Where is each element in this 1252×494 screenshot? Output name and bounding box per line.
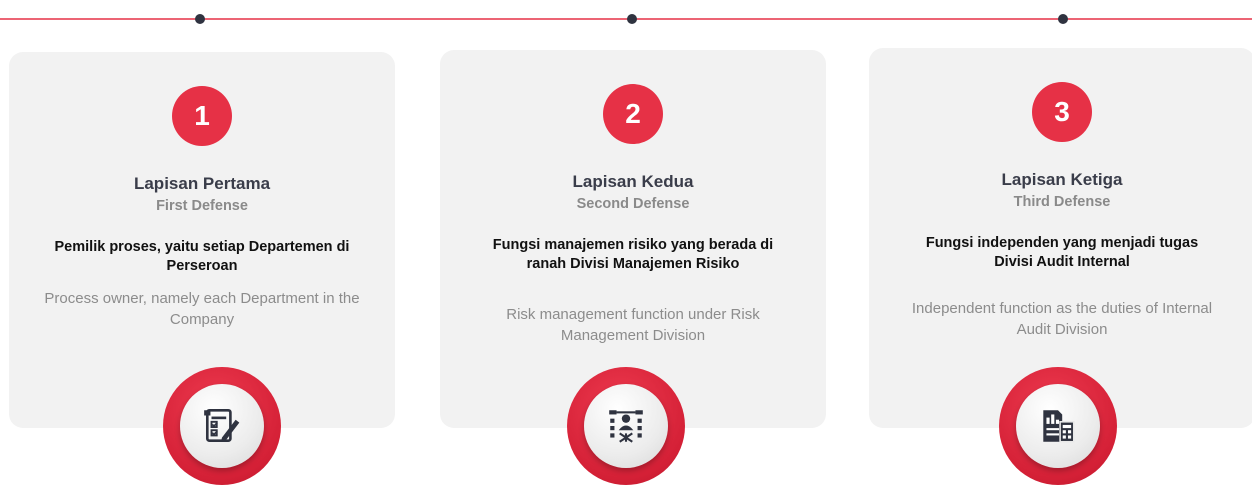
audit-report-icon bbox=[1043, 410, 1075, 443]
layer-title: Lapisan Kedua bbox=[572, 172, 694, 191]
timeline-dot-2 bbox=[627, 14, 637, 24]
layer-description-en: Risk management function under Risk Mana… bbox=[506, 306, 760, 344]
layer-description-id: Fungsi manajemen risiko yang berada di r… bbox=[492, 237, 774, 272]
timeline-dot-1 bbox=[195, 14, 205, 24]
layer-description-en: Process owner, namely each Department in… bbox=[44, 290, 360, 328]
timeline-dot-3 bbox=[1058, 14, 1068, 24]
icon-badge-third bbox=[999, 367, 1117, 485]
layer-description-id: Pemilik proses, yaitu setiap Departemen … bbox=[54, 239, 350, 274]
layer-description-id: Fungsi independen yang menjadi tugas Div… bbox=[925, 235, 1199, 270]
layer-subtitle: Third Defense bbox=[1013, 194, 1111, 210]
layer-number-badge: 3 bbox=[1032, 82, 1092, 142]
layer-subtitle: First Defense bbox=[156, 198, 248, 214]
layer-description-en: Independent function as the duties of In… bbox=[911, 300, 1213, 338]
layer-number-badge: 2 bbox=[603, 84, 663, 144]
icon-badge-first bbox=[163, 367, 281, 485]
layer-number-badge: 1 bbox=[172, 86, 232, 146]
team-network-icon bbox=[609, 410, 643, 443]
layer-subtitle: Second Defense bbox=[576, 196, 690, 212]
icon-badge-second bbox=[567, 367, 685, 485]
timeline bbox=[0, 14, 1252, 24]
layer-title: Lapisan Ketiga bbox=[1001, 170, 1123, 189]
checklist-pen-icon bbox=[204, 408, 240, 443]
layer-title: Lapisan Pertama bbox=[133, 174, 271, 193]
